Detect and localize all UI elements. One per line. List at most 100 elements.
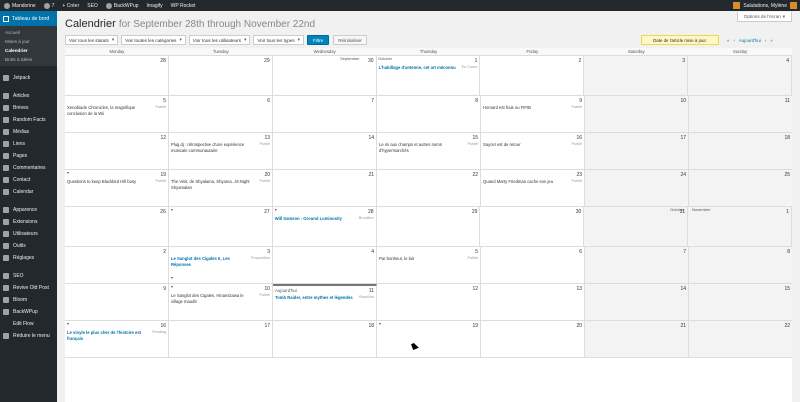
calendar-day[interactable]: 9 Homard est frais ou FIFIB Publié (481, 96, 585, 132)
submenu-calendar[interactable]: Calendrier (0, 46, 57, 55)
calendar-day[interactable]: 5 Par bonheur, le lait Publié (377, 247, 481, 283)
calendar-day[interactable]: 12 (377, 284, 481, 320)
calendar-post[interactable]: Plug.dj : rétrospective d'une expérience… (171, 142, 270, 153)
sidebar-item-dashboard[interactable]: Tableau de bord (0, 11, 57, 26)
calendar-post[interactable]: Xenobiade Chronicles, la magnifique conc… (67, 105, 166, 116)
sidebar-item-appearance[interactable]: Apparence (0, 204, 57, 216)
next-week-button[interactable]: › (765, 38, 766, 43)
calendar-day[interactable]: 5 Xenobiade Chronicles, la magnifique con… (65, 96, 169, 132)
calendar-day[interactable]: 21 (273, 170, 377, 206)
sidebar-item-media[interactable]: Médias (0, 126, 57, 138)
sidebar-item-settings[interactable]: Réglages (0, 252, 57, 264)
calendar-post[interactable]: Par bonheur, le lait Publié (379, 256, 478, 262)
calendar-day[interactable]: 4 (273, 247, 377, 283)
calendar-day[interactable]: 11 (689, 96, 792, 132)
expand-day-icon[interactable]: ▾ (379, 322, 383, 326)
calendar-day[interactable]: 20 (481, 321, 585, 357)
backwpup-menu[interactable]: BackWPup (102, 0, 143, 11)
sidebar-item-comments[interactable]: Commentaires (0, 162, 57, 174)
expand-day-icon[interactable]: ▾ (171, 276, 175, 280)
sidebar-item-jetpack[interactable]: Jetpack (0, 72, 57, 84)
calendar-day[interactable]: 7 (585, 247, 689, 283)
calendar-day[interactable]: 14 (585, 284, 689, 320)
calendar-day[interactable]: 20 The Visit, de Shyalama, Shyama...M.Nig… (169, 170, 273, 206)
calendar-day[interactable]: 16 Saycet est de retour Publié (481, 133, 585, 169)
reset-button[interactable]: Réinitialiser (333, 35, 367, 45)
collapse-menu[interactable]: Réduire le menu (0, 330, 57, 342)
calendar-day[interactable]: 15 Le mi aux champs et autres noms d'hype… (377, 133, 481, 169)
calendar-day[interactable]: 6 (481, 247, 585, 283)
sidebar-item-links[interactable]: Liens (0, 138, 57, 150)
calendar-post[interactable]: Quand Marty Friedman cache son jeu Publié (483, 179, 582, 185)
submenu-ideas[interactable]: Brots à tdées (0, 55, 57, 64)
calendar-day[interactable]: 23 Quand Marty Friedman cache son jeu Publ… (481, 170, 585, 206)
calendar-day[interactable]: 8 (377, 96, 481, 132)
calendar-day[interactable]: 13 (481, 284, 585, 320)
calendar-day[interactable]: 25 (689, 170, 792, 206)
sidebar-item-articles[interactable]: Articles (0, 90, 57, 102)
calendar-day[interactable]: 21 (585, 321, 689, 357)
calendar-day[interactable]: 19 ▾ (377, 321, 481, 357)
calendar-day[interactable]: 17 (585, 133, 689, 169)
calendar-day[interactable]: 18 (689, 133, 792, 169)
sidebar-item-pages[interactable]: Pages (0, 150, 57, 162)
prev-week-button[interactable]: ‹ (733, 38, 734, 43)
calendar-post[interactable]: Questions to keep Blackbird Hill busy Pub… (67, 179, 166, 185)
sidebar-item-random-facts[interactable]: Random Facts (0, 114, 57, 126)
sidebar-item-breves[interactable]: Brèves (0, 102, 57, 114)
expand-day-icon[interactable]: ▾ (171, 285, 175, 289)
calendar-day[interactable]: 16 Le vinyle le plus cher de l'histoire e… (65, 321, 169, 357)
status-filter[interactable]: Voir tous les statuts (65, 35, 119, 45)
calendar-day[interactable]: 13 Plug.dj : rétrospective d'une expérien… (169, 133, 273, 169)
screen-options-button[interactable]: Options de l'écran (736, 12, 792, 22)
sidebar-item-tools[interactable]: Outils (0, 240, 57, 252)
wprocket-menu[interactable]: WP Rocket (167, 0, 200, 11)
calendar-day[interactable]: 22 (689, 321, 792, 357)
sidebar-item-contact[interactable]: Contact (0, 174, 57, 186)
calendar-day[interactable]: 6 (169, 96, 273, 132)
calendar-day[interactable]: 2 (65, 247, 169, 283)
calendar-post[interactable]: Tomb Raider, entre mythes et légendes Bro… (275, 295, 374, 301)
calendar-day[interactable]: 24 (585, 170, 689, 206)
calendar-day[interactable]: 10 (585, 96, 689, 132)
calendar-day[interactable]: 18 (273, 321, 377, 357)
submenu-updates[interactable]: Mises à jour (0, 37, 57, 46)
calendar-day[interactable]: 12 (65, 133, 169, 169)
updates-menu[interactable]: 7 (40, 0, 59, 11)
next-month-button[interactable]: » (770, 38, 772, 43)
sidebar-item-calendar[interactable]: Calendar (0, 186, 57, 198)
sidebar-item-extensions[interactable]: Extensions (0, 216, 57, 228)
calendar-day[interactable]: 7 (273, 96, 377, 132)
expand-day-icon[interactable]: ▾ (67, 322, 71, 326)
calendar-day[interactable]: 22 (377, 170, 481, 206)
user-filter[interactable]: Voir tous les utilisateurs (188, 35, 251, 45)
new-content-menu[interactable]: + Créer (58, 0, 83, 11)
calendar-post[interactable]: The Visit, de Shyalama, Shyama...M.Night… (171, 179, 270, 190)
calendar-post[interactable]: Will Samson - Ground Luminosity Brouillon (275, 216, 374, 222)
prev-month-button[interactable]: « (727, 38, 729, 43)
calendar-day[interactable]: 11 Aujourd'hui Tomb Raider, entre mythes e… (273, 284, 377, 320)
avatar[interactable] (790, 2, 797, 9)
account-menu[interactable]: Salutations, Mylène (743, 3, 787, 9)
calendar-post[interactable]: Le mi aux champs et autres noms d'hyperm… (379, 142, 478, 153)
calendar-day[interactable]: 3 Le Sanglot des Cigales II, Les Réponses… (169, 247, 273, 283)
calendar-post[interactable]: Saycet est de retour Publié (483, 142, 582, 148)
sidebar-item-edit-flow[interactable]: Edit Flow (0, 318, 57, 330)
calendar-post[interactable]: L'habillage d'antenne, cet art méconnu En… (379, 65, 478, 71)
calendar-day[interactable]: 15 (689, 284, 792, 320)
calendar-post[interactable]: Le Sanglot des Cigales II, Les Réponses P… (171, 256, 270, 267)
calendar-day[interactable]: 19 Questions to keep Blackbird Hill busy P… (65, 170, 169, 206)
today-button[interactable]: Aujourd'hui (739, 38, 761, 43)
sidebar-item-backwpup[interactable]: BackWPup (0, 306, 57, 318)
sidebar-item-bloom[interactable]: Bloom (0, 294, 57, 306)
calendar-post[interactable]: Le Sanglot des Cigales, Hinamizawa le vi… (171, 293, 270, 304)
calendar-day[interactable]: 14 (273, 133, 377, 169)
expand-day-icon[interactable]: ▾ (67, 171, 71, 175)
filter-button[interactable]: Filtre (306, 35, 330, 45)
calendar-day[interactable]: 17 (169, 321, 273, 357)
calendar-day[interactable]: 8 (689, 247, 792, 283)
sidebar-item-revive[interactable]: Revive Old Post (0, 282, 57, 294)
type-filter[interactable]: Voir tous les types (253, 35, 304, 45)
submenu-home[interactable]: Accueil (0, 28, 57, 37)
imagify-menu[interactable]: Imagify (143, 0, 167, 11)
